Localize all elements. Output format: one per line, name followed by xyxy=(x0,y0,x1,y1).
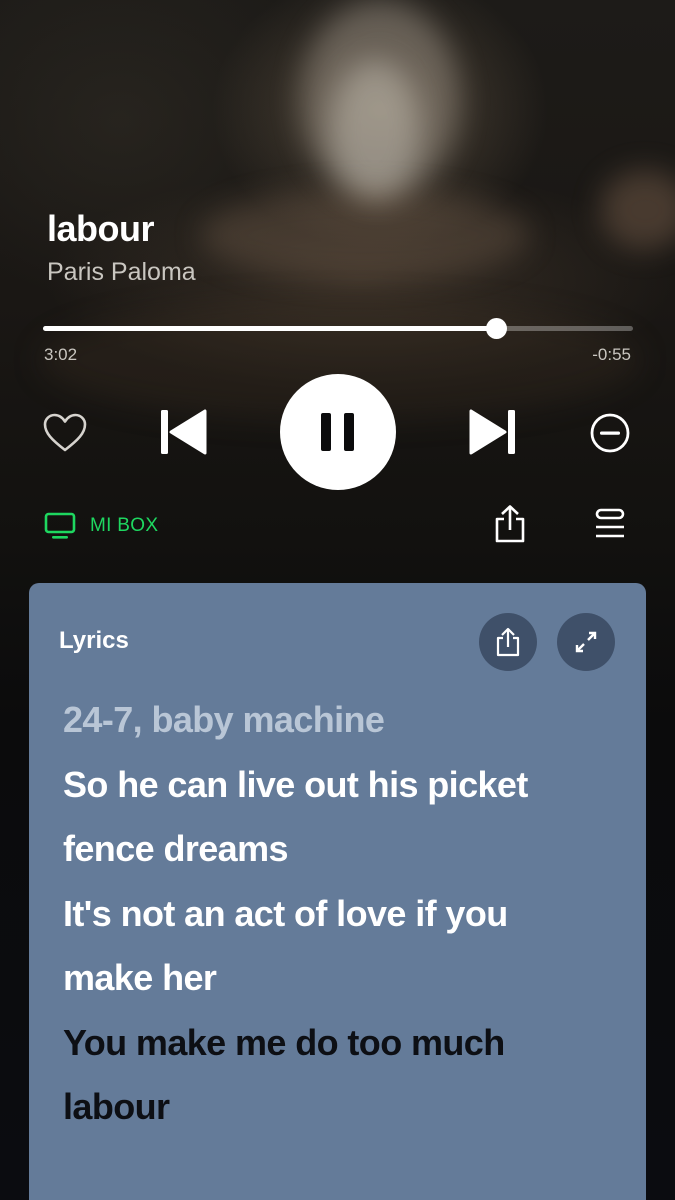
track-artist[interactable]: Paris Paloma xyxy=(47,258,196,287)
lyric-line[interactable]: make her xyxy=(63,946,623,1011)
lyric-line[interactable]: 24-7, baby machine xyxy=(63,688,623,753)
queue-icon xyxy=(595,508,625,538)
previous-button[interactable] xyxy=(158,405,210,459)
progress-knob[interactable] xyxy=(486,318,508,339)
lyric-line[interactable]: You make me do too much xyxy=(63,1011,623,1076)
progress-fill xyxy=(43,326,497,331)
album-art-backdrop xyxy=(200,190,530,280)
device-label: MI BOX xyxy=(90,515,159,536)
lyrics-lines[interactable]: 24-7, baby machine So he can live out hi… xyxy=(63,688,623,1140)
connected-device[interactable]: MI BOX xyxy=(44,512,158,540)
lyrics-card[interactable]: Lyrics 24-7, baby machine So he can live… xyxy=(29,583,646,1200)
now-playing-screen: labour Paris Paloma 3:02 -0:55 MI BOX Ly… xyxy=(0,0,675,1200)
share-button[interactable] xyxy=(488,500,532,548)
pause-button[interactable] xyxy=(280,374,396,490)
remaining-time: -0:55 xyxy=(592,345,631,364)
share-icon xyxy=(496,627,520,657)
share-icon xyxy=(495,505,525,543)
tv-icon xyxy=(44,512,76,539)
lyric-line[interactable]: labour xyxy=(63,1075,623,1140)
skip-previous-icon xyxy=(161,409,207,455)
like-button[interactable] xyxy=(40,408,90,458)
queue-button[interactable] xyxy=(590,506,630,542)
pause-icon xyxy=(321,413,354,451)
next-button[interactable] xyxy=(466,405,518,459)
remove-circle-icon xyxy=(590,413,630,453)
progress-bar[interactable] xyxy=(43,318,633,339)
lyrics-expand-button[interactable] xyxy=(557,613,615,671)
expand-icon xyxy=(575,631,597,653)
hide-song-button[interactable] xyxy=(585,408,635,458)
track-title[interactable]: labour xyxy=(47,208,155,250)
lyric-line[interactable]: It's not an act of love if you xyxy=(63,882,623,947)
album-art-backdrop xyxy=(600,170,675,250)
lyric-line[interactable]: fence dreams xyxy=(63,817,623,882)
lyrics-share-button[interactable] xyxy=(479,613,537,671)
elapsed-time: 3:02 xyxy=(44,345,78,364)
lyrics-heading: Lyrics xyxy=(59,627,129,654)
heart-icon xyxy=(43,413,87,452)
skip-next-icon xyxy=(469,409,515,455)
lyric-line[interactable]: So he can live out his picket xyxy=(63,753,623,818)
album-art-backdrop xyxy=(330,60,420,200)
